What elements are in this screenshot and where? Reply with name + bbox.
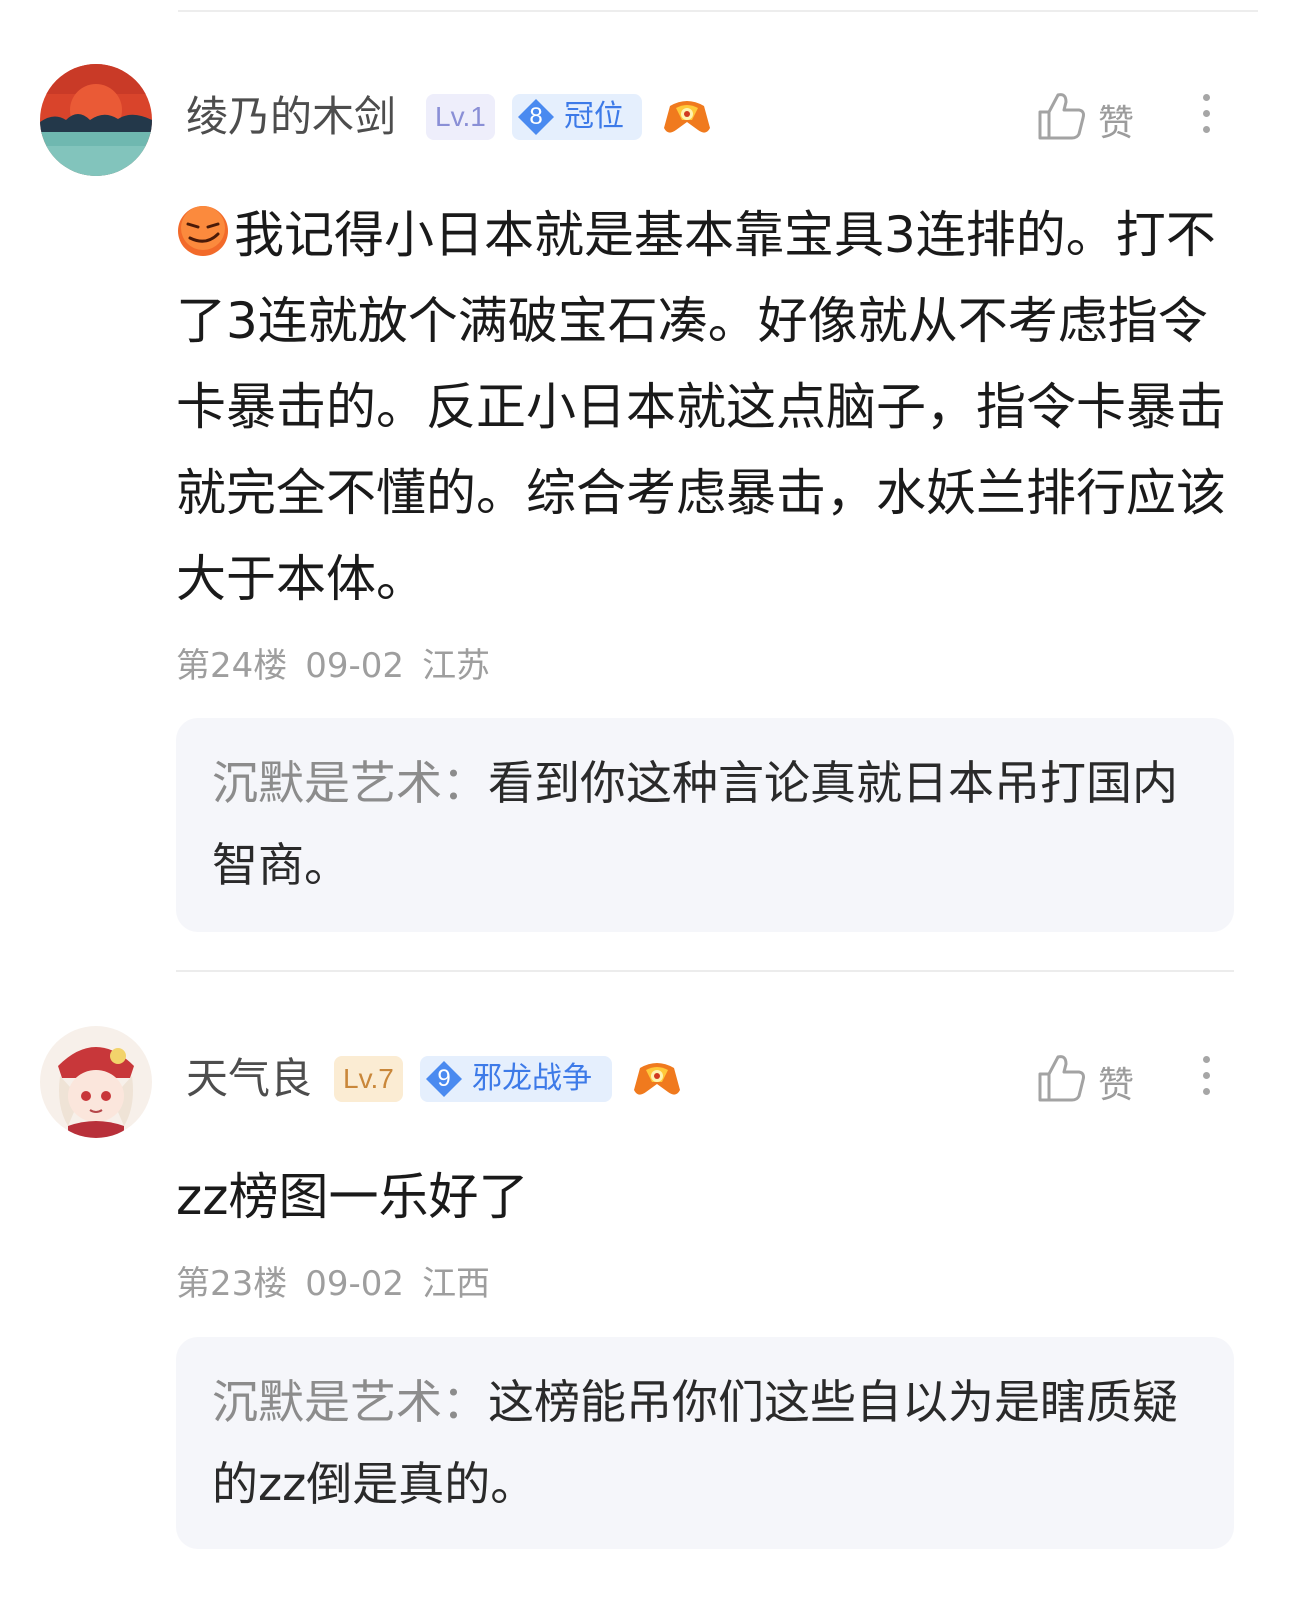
reply-author[interactable]: 沉默是艺术： — [212, 756, 488, 810]
reply-item: 沉默是艺术：看到你这种言论真就日本吊打国内智商。 — [212, 742, 1202, 906]
post-date: 09-02 — [305, 1264, 405, 1304]
username[interactable]: 天气良 — [186, 1058, 312, 1100]
avatar[interactable] — [40, 1026, 152, 1138]
level-badge: Lv.1 — [426, 94, 495, 140]
post-meta: 第24楼 09-02 江苏 — [176, 638, 508, 687]
level-badge: Lv.7 — [334, 1056, 403, 1102]
thumbs-up-icon — [1038, 93, 1085, 140]
post-date: 09-02 — [305, 646, 405, 686]
rank-badge[interactable]: 9 邪龙战争 — [420, 1056, 612, 1102]
game-controller-icon — [632, 1060, 682, 1100]
more-vertical-icon — [1202, 1056, 1210, 1063]
comment-content: zz榜图一乐好了 — [176, 1168, 529, 1226]
post-divider — [176, 970, 1234, 972]
comment-content: 我记得小日本就是基本靠宝具3连排的。打不了3连就放个满破宝石凑。好像就从不考虑指… — [176, 204, 1226, 608]
post-location: 江苏 — [422, 646, 491, 686]
game-controller-icon — [662, 98, 712, 138]
reply-item: 沉默是艺术：这榜能吊你们这些自以为是瞎质疑的zz倒是真的。 — [212, 1361, 1202, 1525]
floor-number: 第24楼 — [176, 646, 288, 686]
more-options-button[interactable] — [1196, 88, 1216, 148]
rank-number-icon: 9 — [424, 1059, 464, 1099]
rank-number-icon: 8 — [516, 97, 556, 137]
floor-number: 第23楼 — [176, 1264, 288, 1304]
like-label: 赞 — [1098, 103, 1135, 144]
post-meta: 第23楼 09-02 江西 — [176, 1256, 508, 1305]
rank-badge[interactable]: 8 冠位 — [512, 94, 642, 140]
post-location: 江西 — [422, 1264, 491, 1304]
top-divider — [178, 10, 1258, 12]
reply-author[interactable]: 沉默是艺术： — [212, 1375, 488, 1429]
more-vertical-icon — [1202, 94, 1210, 101]
rank-title: 冠位 — [564, 99, 624, 134]
smirk-emoji-icon — [176, 204, 230, 258]
reply-box[interactable]: 沉默是艺术：看到你这种言论真就日本吊打国内智商。 — [176, 718, 1234, 932]
thumbs-up-icon — [1038, 1055, 1085, 1102]
rank-title: 邪龙战争 — [472, 1061, 592, 1096]
like-button[interactable]: 赞 — [1036, 86, 1146, 146]
like-label: 赞 — [1098, 1065, 1135, 1106]
reply-box[interactable]: 沉默是艺术：这榜能吊你们这些自以为是瞎质疑的zz倒是真的。 — [176, 1337, 1234, 1549]
avatar[interactable] — [40, 64, 152, 176]
more-options-button[interactable] — [1196, 1050, 1216, 1110]
like-button[interactable]: 赞 — [1036, 1048, 1146, 1108]
username[interactable]: 绫乃的木剑 — [186, 96, 396, 138]
